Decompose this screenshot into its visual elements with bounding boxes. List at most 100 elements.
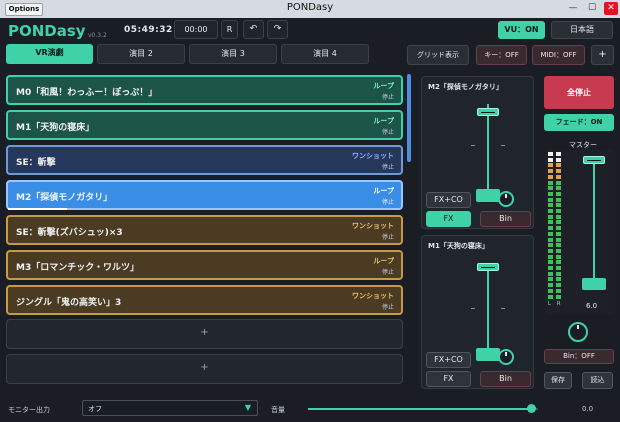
key-toggle-button[interactable]: キー：OFF [476, 45, 527, 65]
timer-display[interactable]: 00:00 [174, 20, 218, 39]
redo-icon[interactable]: ↷ [267, 20, 288, 39]
meter-segment [548, 203, 553, 208]
tab-play-4[interactable]: 演目 4 [281, 44, 369, 64]
vu-meter [548, 152, 562, 302]
meter-segment [548, 209, 553, 213]
meter-segment [548, 260, 553, 265]
fx-co-button[interactable]: FX+CO [426, 352, 471, 368]
cue-item[interactable]: SE：斬撃 ワンショット 停止 [6, 145, 403, 175]
bin-button[interactable]: Bin [480, 371, 531, 387]
meter-segment [556, 226, 561, 231]
meter-segment [556, 220, 561, 225]
meter-segment [548, 157, 553, 162]
vu-toggle-button[interactable]: VU：ON [498, 21, 545, 39]
channel-title: M1「天狗の寝床」 [428, 242, 489, 250]
meter-segment [548, 186, 553, 191]
meter-segment [556, 231, 561, 236]
empty-cue-slot[interactable]: + [6, 354, 403, 384]
cue-progress-bar [8, 208, 67, 210]
cue-name: SE：斬撃(ズバシュッ)×3 [16, 228, 123, 238]
tab-play-3[interactable]: 演目 3 [189, 44, 277, 64]
cue-item[interactable]: M1「天狗の寝床」 ループ 停止 [6, 110, 403, 140]
clock-display: 05:49:32 [124, 25, 173, 35]
add-button[interactable]: + [591, 45, 614, 65]
master-fader-handle[interactable] [583, 156, 605, 164]
chevron-down-icon: ▼ [244, 403, 251, 412]
cue-type: ループ [373, 82, 394, 90]
close-icon[interactable]: ✕ [604, 2, 618, 15]
fader-tick [501, 145, 505, 146]
channel-fader-handle[interactable] [477, 108, 499, 116]
cue-item[interactable]: ジングル「鬼の高笑い」3 ワンショット 停止 [6, 285, 403, 315]
channel-fader-handle[interactable] [477, 263, 499, 271]
cue-item[interactable]: SE：斬撃(ズバシュッ)×3 ワンショット 停止 [6, 215, 403, 245]
minimize-icon[interactable]: — [566, 2, 580, 15]
meter-segment [548, 169, 553, 174]
meter-segment [548, 180, 553, 185]
volume-slider-thumb[interactable] [527, 404, 537, 413]
meter-segment [556, 186, 561, 191]
undo-icon[interactable]: ↶ [243, 20, 264, 39]
meter-segment [548, 197, 553, 202]
fader-track [487, 104, 489, 200]
meter-segment [548, 294, 553, 299]
fade-toggle-button[interactable]: フェード：ON [544, 114, 614, 131]
bin-button[interactable]: Bin [480, 211, 531, 227]
cue-list-scrollbar[interactable] [407, 74, 411, 162]
meter-segment [556, 209, 561, 213]
empty-cue-slot[interactable]: + [6, 319, 403, 349]
cue-name: M2「探偵モノガタリ」 [16, 193, 113, 203]
save-button[interactable]: 保存 [544, 372, 572, 389]
meter-segment [548, 271, 553, 276]
fader-base [476, 348, 500, 361]
meter-segment [556, 197, 561, 202]
meter-segment [556, 288, 561, 293]
reset-button[interactable]: R [221, 20, 238, 39]
cue-item[interactable]: M0「和風！わっふー！ぽっぷ！」 ループ 停止 [6, 75, 403, 105]
cue-item[interactable]: M3「ロマンチック・ワルツ」 ループ 停止 [6, 250, 403, 280]
master-pan-knob-icon[interactable] [568, 322, 588, 342]
midi-toggle-button[interactable]: MIDI：OFF [532, 45, 585, 65]
pan-knob-icon[interactable] [498, 349, 514, 365]
meter-segment [548, 163, 553, 168]
channel-title: M2「探偵モノガタリ」 [428, 83, 503, 91]
maximize-icon[interactable]: ☐ [585, 2, 599, 15]
master-panel: L R 6.0 [545, 150, 615, 315]
fx-button[interactable]: FX [426, 211, 471, 227]
master-bin-button[interactable]: Bin：OFF [544, 349, 614, 364]
cue-item-active[interactable]: M2「探偵モノガタリ」 ループ 停止 [6, 180, 403, 210]
meter-segment [556, 266, 561, 270]
meter-segment [556, 248, 561, 253]
volume-slider[interactable] [308, 404, 538, 413]
load-button[interactable]: 読込 [582, 372, 613, 389]
fx-button[interactable]: FX [426, 371, 471, 387]
language-button[interactable]: 日本語 [551, 21, 613, 39]
volume-label: 音量 [271, 406, 285, 414]
volume-value: 0.0 [582, 405, 594, 413]
master-fader-track [593, 158, 595, 288]
meter-segment [548, 288, 553, 293]
meter-segment [548, 283, 553, 288]
meter-segment [556, 237, 561, 242]
meter-segment [548, 237, 553, 242]
meter-segment [556, 169, 561, 174]
meter-segment [556, 271, 561, 276]
meter-segment [556, 157, 561, 162]
meter-left-label: L [548, 301, 551, 307]
add-cue-icon: + [200, 362, 209, 373]
meter-segment [548, 214, 553, 219]
title-bar: Options PONDasy — ☐ ✕ [0, 0, 620, 18]
fx-co-button[interactable]: FX+CO [426, 192, 471, 208]
meter-segment [548, 220, 553, 225]
meter-segment [556, 180, 561, 185]
grid-view-button[interactable]: グリッド表示 [407, 45, 469, 65]
meter-segment [556, 254, 561, 259]
tab-vr-play[interactable]: VR演劇 [6, 44, 93, 64]
fader-track [487, 263, 489, 359]
monitor-output-select[interactable]: オフ ▼ [82, 400, 258, 416]
tab-play-2[interactable]: 演目 2 [97, 44, 185, 64]
cue-state: 停止 [381, 304, 394, 311]
stop-all-button[interactable]: 全停止 [544, 76, 614, 109]
pan-knob-icon[interactable] [498, 191, 514, 207]
fader-tick [501, 308, 505, 309]
